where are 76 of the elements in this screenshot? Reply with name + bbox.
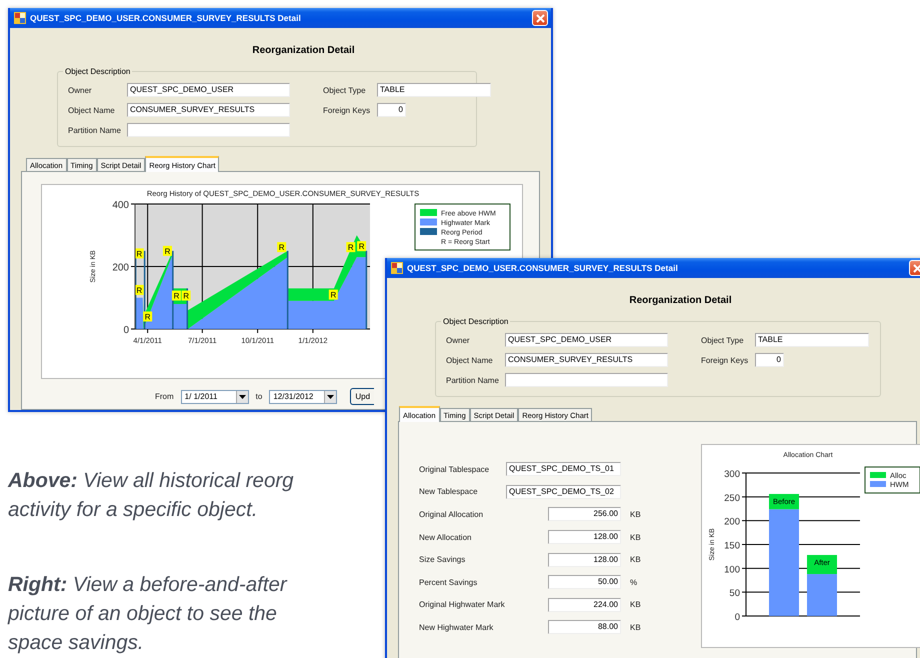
text-field[interactable]: CONSUMER_SURVEY_RESULTS [505,353,668,367]
caret-icon [327,394,334,398]
unit-label: KB [630,532,642,542]
text-field[interactable] [127,123,290,137]
axis-label: 400 [112,200,129,211]
text-field[interactable]: 88.00 [548,620,621,634]
window-title: QUEST_SPC_DEMO_USER.CONSUMER_SURVEY_RESULTS Detail [30,13,302,23]
caption: Right: View a before-and-after picture of an object to see the space savings. [8,572,288,656]
axis-label: 250 [724,492,740,504]
close-button[interactable] [532,10,548,26]
dialog-heading: Reorganization Detail [252,45,355,56]
close-icon [536,14,544,22]
field-label: New Allocation [419,532,472,542]
text-field[interactable]: 224.00 [548,598,621,612]
dialog-heading: Reorganization Detail [629,295,732,306]
text-field[interactable]: QUEST_SPC_DEMO_TS_02 [506,484,621,499]
app-icon [14,12,26,24]
unit-label: % [630,578,638,587]
group-label: Object Description [442,317,510,326]
field-label: Owner [68,86,92,94]
axis-label: 150 [724,540,740,552]
axis-label: 300 [724,469,740,480]
field-label: to [256,392,262,401]
unit-label: KB [630,622,642,632]
field-label: Size Savings [419,555,466,564]
text-field[interactable]: TABLE [755,333,869,347]
field-label: From [155,392,174,401]
axis-label: 0 [123,325,129,336]
reorg-marker: R [277,242,286,252]
field-label: Original Allocation [419,510,484,519]
axis-label: 0 [734,612,740,623]
reorg-marker: R [143,312,152,322]
caption: Above: View all historical reorg activity for a specific object. [8,468,295,523]
text-field[interactable]: 128.00 [548,552,621,567]
field-label: New Tablespace [419,487,478,496]
text-field[interactable]: CONSUMER_SURVEY_RESULTS [127,103,290,117]
close-icon [912,264,920,272]
text-field[interactable]: 128.00 [548,530,621,544]
text-field[interactable] [505,373,668,387]
caret-icon [238,394,246,398]
group-label: Object Description [64,67,132,76]
field-label: Owner [446,336,470,344]
field-label: Object Name [446,356,493,364]
app-icon [391,262,403,274]
text-field[interactable]: TABLE [377,83,491,97]
field-label: Object Type [701,336,744,344]
text-field[interactable]: 0 [377,103,406,117]
text-field[interactable]: QUEST_SPC_DEMO_TS_01 [506,462,621,476]
axis-label: 200 [724,516,740,528]
reorg-marker: R [182,290,191,301]
unit-label: KB [630,510,642,519]
unit-label: KB [630,600,642,610]
field-label: Percent Savings [419,578,478,587]
date-picker[interactable]: 12/31/2012 [269,390,338,404]
unit-label: KB [630,555,642,564]
text-field[interactable]: 50.00 [548,575,621,590]
update-button[interactable]: Upd [350,388,374,405]
field-label: Object Name [68,106,115,114]
field-label: Partition Name [446,376,499,384]
axis-label: 50 [729,588,740,600]
text-field[interactable]: QUEST_SPC_DEMO_USER [127,83,290,97]
field-label: Foreign Keys [701,356,748,364]
text-field[interactable]: 0 [755,353,784,367]
field-label: New Highwater Mark [419,622,494,632]
field-label: Foreign Keys [323,106,370,114]
reorg-marker: R [357,241,366,252]
field-label: Partition Name [68,126,121,134]
field-label: Object Type [323,86,366,94]
window-title: QUEST_SPC_DEMO_USER.CONSUMER_SURVEY_RESULTS Detail [407,263,679,273]
text-field[interactable]: 256.00 [548,507,621,522]
field-label: Original Highwater Mark [419,600,505,610]
text-field[interactable]: QUEST_SPC_DEMO_USER [505,333,668,347]
axis-label: 100 [724,564,740,576]
date-picker[interactable]: 1/ 1/2011 [180,390,249,404]
axis-label: 200 [112,262,129,274]
field-label: Original Tablespace [419,464,490,474]
